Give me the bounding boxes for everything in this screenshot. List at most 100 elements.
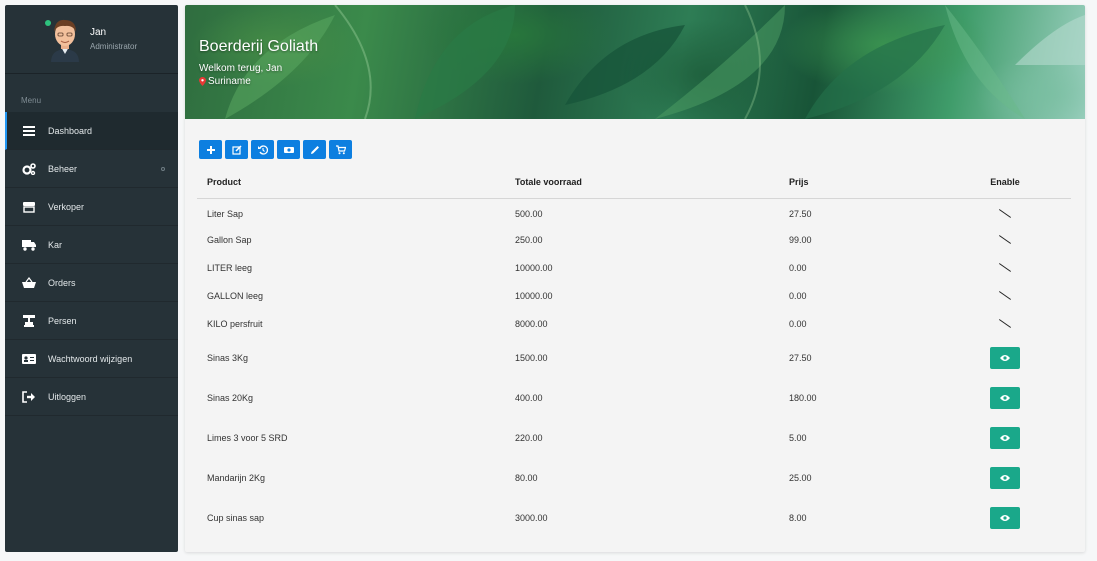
table-row: Sinas 20Kg 400.00 180.00 bbox=[197, 378, 1071, 418]
avatar[interactable] bbox=[47, 16, 83, 62]
product-cell: Cup sinas sap bbox=[207, 513, 265, 523]
bars-icon bbox=[23, 125, 35, 136]
column-header-enable[interactable]: Enable bbox=[939, 167, 1071, 199]
column-header-product[interactable]: Product bbox=[197, 167, 505, 199]
product-cell: Sinas 20Kg bbox=[207, 393, 254, 403]
stock-cell: 10000.00 bbox=[515, 263, 553, 273]
sidebar-menu: Dashboard Beheer Verkoper Kar Orders Per… bbox=[5, 112, 178, 416]
edit-button[interactable] bbox=[225, 140, 248, 159]
view-button[interactable] bbox=[990, 387, 1020, 409]
sidebar-item-kar[interactable]: Kar bbox=[5, 226, 178, 264]
basket-icon bbox=[22, 276, 36, 288]
sidebar-item-uitloggen[interactable]: Uitloggen bbox=[5, 378, 178, 416]
leaves-background-image bbox=[225, 5, 1085, 119]
money-icon bbox=[283, 146, 294, 153]
user-profile: Jan Administrator bbox=[5, 5, 178, 74]
sidebar-item-label: Wachtwoord wijzigen bbox=[48, 353, 133, 364]
page-title: Boerderij Goliath bbox=[199, 38, 319, 55]
pencil-button[interactable] bbox=[303, 140, 326, 159]
history-icon bbox=[257, 144, 268, 155]
price-cell: 27.50 bbox=[789, 209, 812, 220]
enable-cell bbox=[939, 338, 1071, 378]
sidebar-item-label: Dashboard bbox=[48, 125, 93, 136]
column-header-price[interactable]: Prijs bbox=[779, 167, 939, 199]
enable-cell bbox=[939, 458, 1071, 498]
sidebar-item-label: Persen bbox=[48, 315, 77, 326]
stock-cell: 1500.00 bbox=[515, 353, 548, 363]
submenu-indicator-icon bbox=[161, 167, 165, 171]
product-cell: GALLON leeg bbox=[207, 291, 264, 301]
table-row: GALLON leeg 10000.00 0.00 bbox=[197, 282, 1071, 310]
sidebar-item-verkoper[interactable]: Verkoper bbox=[5, 188, 178, 226]
table-row: Gallon Sap 250.00 99.00 bbox=[197, 226, 1071, 254]
disabled-slash-icon bbox=[999, 209, 1011, 218]
history-button[interactable] bbox=[251, 140, 274, 159]
eye-icon bbox=[1000, 355, 1010, 361]
sidebar-item-persen[interactable]: Persen bbox=[5, 302, 178, 340]
stock-cell: 220.00 bbox=[515, 433, 543, 443]
stock-cell: 8000.00 bbox=[515, 319, 548, 329]
view-button[interactable] bbox=[990, 507, 1020, 529]
plus-icon bbox=[206, 145, 215, 154]
product-cell: KILO persfruit bbox=[207, 319, 263, 329]
stock-cell: 400.00 bbox=[515, 393, 543, 403]
welcome-message: Welkom terug, Jan bbox=[199, 63, 283, 74]
banner: Boerderij Goliath Welkom terug, Jan Suri… bbox=[185, 5, 1085, 119]
payment-button[interactable] bbox=[277, 140, 300, 159]
price-cell: 8.00 bbox=[789, 513, 807, 523]
add-button[interactable] bbox=[199, 140, 222, 159]
product-cell: Gallon Sap bbox=[207, 235, 252, 245]
price-cell: 0.00 bbox=[789, 319, 807, 329]
stock-cell: 500.00 bbox=[515, 209, 543, 220]
table-row: LITER leeg 10000.00 0.00 bbox=[197, 254, 1071, 282]
disabled-slash-icon bbox=[999, 319, 1011, 328]
table-row: Mandarijn 2Kg 80.00 25.00 bbox=[197, 458, 1071, 498]
table-row: Limes 3 voor 5 SRD 220.00 5.00 bbox=[197, 418, 1071, 458]
enable-cell bbox=[939, 310, 1071, 338]
cogs-icon bbox=[22, 162, 36, 175]
product-cell: Liter Sap bbox=[207, 209, 244, 220]
price-cell: 25.00 bbox=[789, 473, 812, 483]
sign-out-icon bbox=[22, 390, 35, 403]
view-button[interactable] bbox=[990, 347, 1020, 369]
menu-header: Menu bbox=[21, 96, 42, 105]
column-header-stock[interactable]: Totale voorraad bbox=[505, 167, 779, 199]
table-header-row: Product Totale voorraad Prijs Enable bbox=[197, 167, 1071, 199]
price-cell: 180.00 bbox=[789, 393, 817, 403]
user-role: Administrator bbox=[90, 42, 138, 51]
sidebar-item-dashboard[interactable]: Dashboard bbox=[5, 112, 178, 150]
sidebar-item-label: Verkoper bbox=[48, 201, 85, 212]
enable-cell bbox=[939, 378, 1071, 418]
disabled-slash-icon bbox=[999, 291, 1011, 300]
sidebar-item-label: Kar bbox=[48, 239, 63, 250]
products-table: Product Totale voorraad Prijs Enable Lit… bbox=[197, 167, 1071, 538]
product-cell: Mandarijn 2Kg bbox=[207, 473, 266, 483]
location-label: Suriname bbox=[208, 76, 251, 87]
enable-cell bbox=[939, 498, 1071, 538]
enable-cell bbox=[939, 254, 1071, 282]
pencil-icon bbox=[310, 145, 319, 154]
cart-icon bbox=[335, 144, 346, 154]
disabled-slash-icon bbox=[999, 263, 1011, 272]
sidebar-item-orders[interactable]: Orders bbox=[5, 264, 178, 302]
product-cell: LITER leeg bbox=[207, 263, 253, 273]
view-button[interactable] bbox=[990, 467, 1020, 489]
eye-icon bbox=[1000, 475, 1010, 481]
edit-icon bbox=[231, 144, 242, 155]
location: Suriname bbox=[199, 76, 251, 87]
enable-cell bbox=[939, 226, 1071, 254]
enable-cell bbox=[939, 418, 1071, 458]
price-cell: 5.00 bbox=[789, 433, 807, 443]
table-row: KILO persfruit 8000.00 0.00 bbox=[197, 310, 1071, 338]
user-name: Jan bbox=[90, 27, 107, 38]
cart-button[interactable] bbox=[329, 140, 352, 159]
sidebar-item-beheer[interactable]: Beheer bbox=[5, 150, 178, 188]
enable-cell bbox=[939, 198, 1071, 226]
sidebar-item-wachtwoord-wijzigen[interactable]: Wachtwoord wijzigen bbox=[5, 340, 178, 378]
sidebar-item-label: Beheer bbox=[48, 163, 78, 174]
table-row: Sinas 3Kg 1500.00 27.50 bbox=[197, 338, 1071, 378]
sidebar: Jan Administrator Menu Dashboard Beheer … bbox=[5, 5, 178, 552]
product-cell: Sinas 3Kg bbox=[207, 353, 249, 363]
view-button[interactable] bbox=[990, 427, 1020, 449]
price-cell: 0.00 bbox=[789, 291, 807, 301]
